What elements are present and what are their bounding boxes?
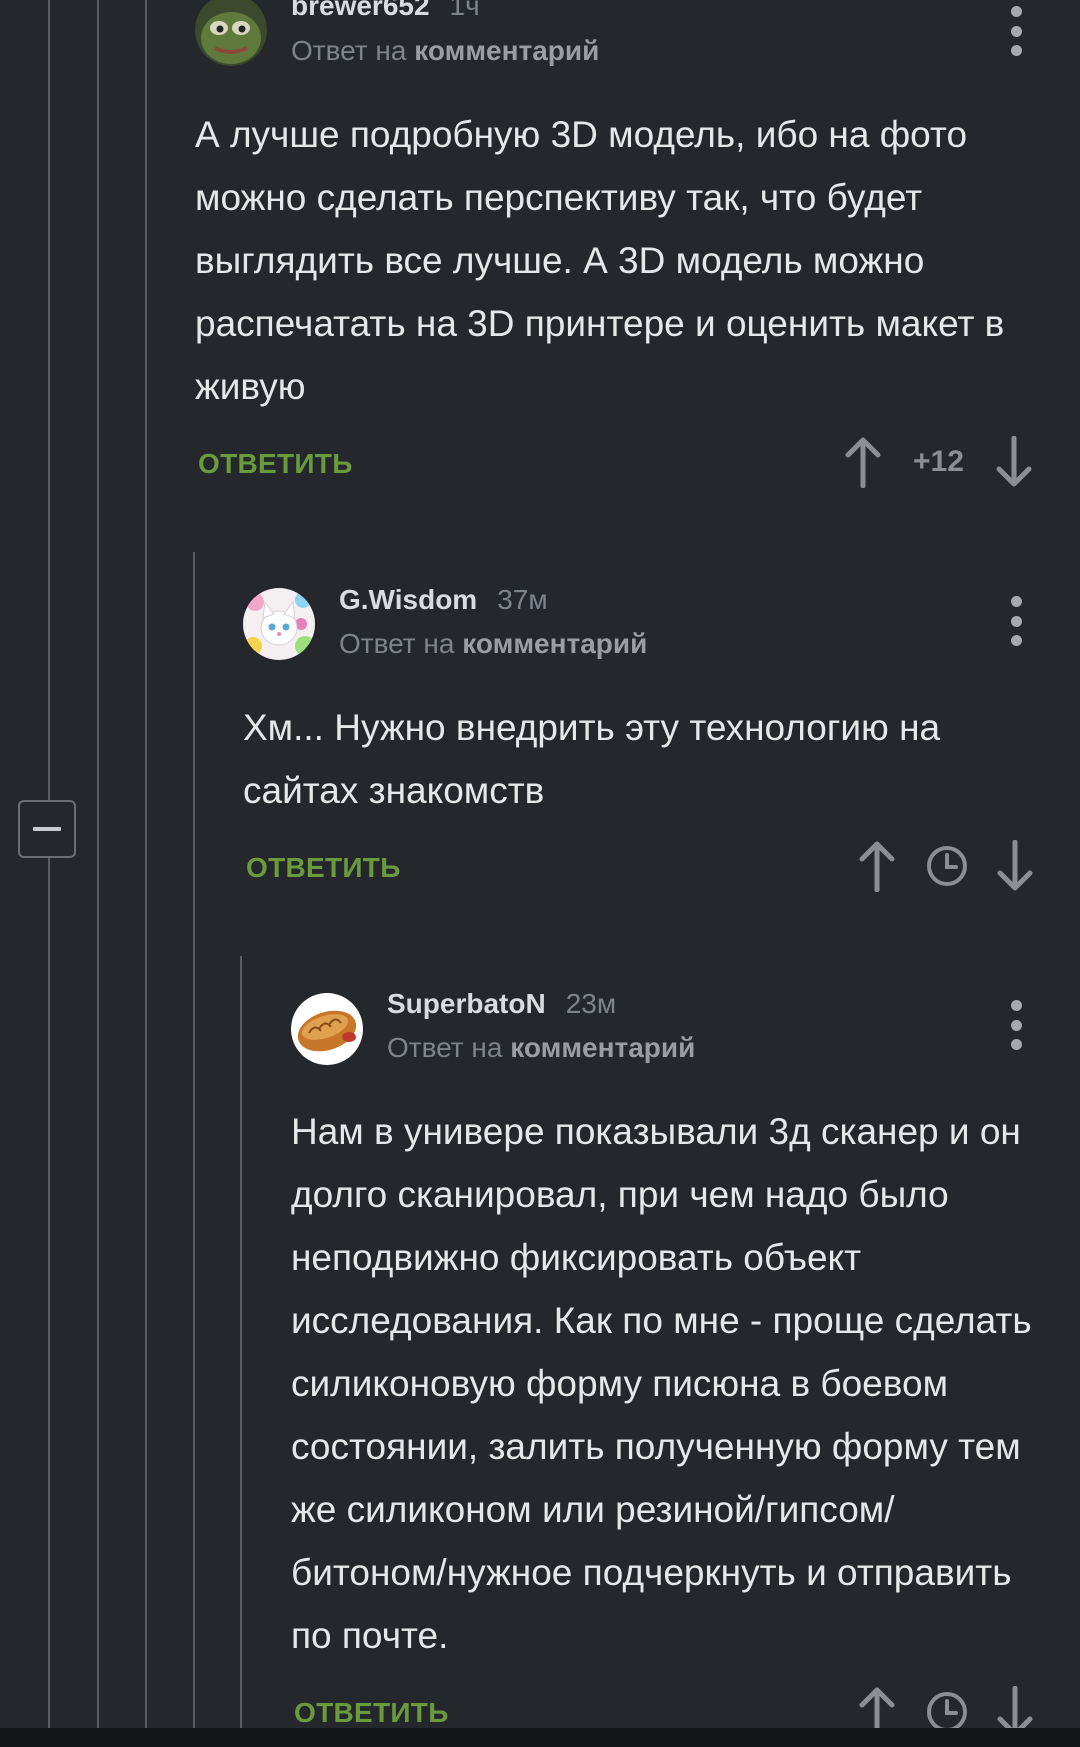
upvote-arrow-icon[interactable] (843, 436, 883, 488)
thread-line-level-1 (48, 0, 50, 1728)
vote-controls: +12 (843, 436, 1034, 488)
downvote-arrow-icon[interactable] (995, 840, 1035, 892)
collapse-thread-button[interactable] (18, 800, 76, 858)
thread-line-level-5 (240, 956, 242, 1728)
reply-button[interactable]: ОТВЕТИТЬ (198, 448, 353, 480)
reply-to-line: Ответ на комментарий (387, 1032, 695, 1064)
comment-author[interactable]: SuperbatoN 23м (387, 988, 616, 1020)
clock-icon (927, 846, 967, 886)
reply-to-line: Ответ на комментарий (339, 628, 647, 660)
reply-to-prefix: Ответ на (387, 1032, 503, 1063)
author-name[interactable]: brewer652 (291, 0, 430, 21)
comment-text: Нам в универе показывали 3д сканер и он … (291, 1111, 1032, 1656)
comment-author[interactable]: brewer652 1ч (291, 0, 480, 22)
comment-text: Хм... Нужно внедрить эту технологию на с… (243, 707, 941, 811)
minus-icon (33, 827, 61, 831)
kitten-avatar-icon[interactable] (243, 588, 315, 660)
reply-to-link[interactable]: комментарий (462, 628, 647, 659)
comment-time: 23м (565, 988, 617, 1019)
comment-menu-icon[interactable] (1006, 596, 1026, 646)
bottom-navigation-bar (0, 1728, 1080, 1747)
reply-to-prefix: Ответ на (339, 628, 455, 659)
comment-time: 37м (497, 584, 548, 615)
comment-author[interactable]: G.Wisdom 37м (339, 584, 548, 616)
comment-time: 1ч (449, 0, 480, 21)
thread-line-level-4 (193, 552, 195, 1728)
comment-score: +12 (913, 445, 964, 478)
frog-avatar-icon[interactable] (195, 0, 267, 66)
reply-to-link[interactable]: комментарий (414, 35, 599, 66)
author-name[interactable]: SuperbatoN (387, 988, 546, 1019)
thread-line-level-3 (145, 0, 147, 1728)
downvote-arrow-icon[interactable] (994, 436, 1034, 488)
upvote-arrow-icon[interactable] (857, 840, 897, 892)
comment-menu-icon[interactable] (1006, 1000, 1026, 1050)
reply-to-line: Ответ на комментарий (291, 35, 599, 67)
reply-button[interactable]: ОТВЕТИТЬ (294, 1697, 449, 1729)
reply-to-link[interactable]: комментарий (510, 1032, 695, 1063)
author-name[interactable]: G.Wisdom (339, 584, 477, 615)
comment-menu-icon[interactable] (1006, 6, 1026, 56)
reply-to-prefix: Ответ на (291, 35, 407, 66)
vote-controls (857, 840, 1035, 892)
bread-avatar-icon[interactable] (291, 993, 363, 1065)
thread-line-level-2 (97, 0, 99, 1728)
comment-text: А лучше подробную 3D модель, ибо на фото… (195, 114, 1005, 407)
reply-button[interactable]: ОТВЕТИТЬ (246, 852, 401, 884)
